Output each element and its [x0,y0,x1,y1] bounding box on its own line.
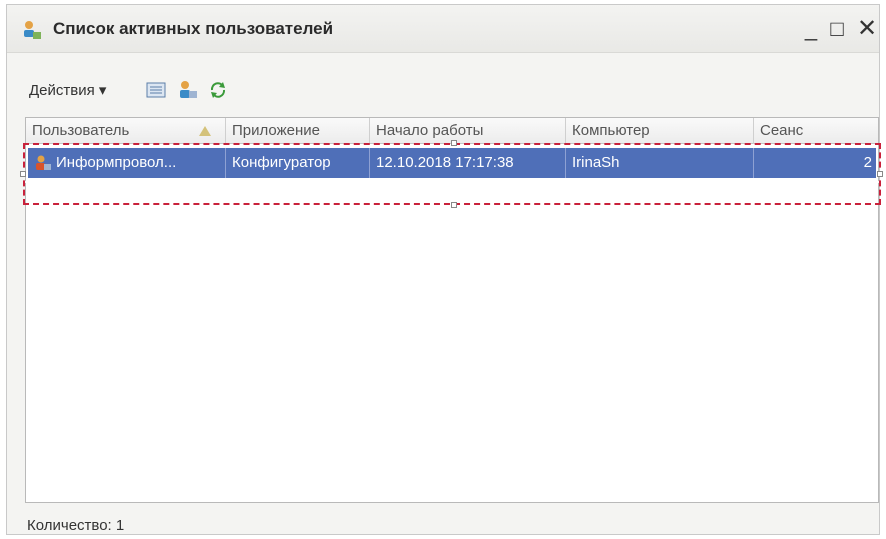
cell-start: 12.10.2018 17:17:38 [370,148,566,178]
cell-user: Информпровол... [28,148,226,178]
list-icon[interactable] [145,79,167,101]
title-bar: Список активных пользователей _ □ ✕ [7,5,879,53]
table-row[interactable]: Информпровол... Конфигуратор 12.10.2018 … [28,148,876,178]
column-header-session[interactable]: Сеанс [754,118,880,144]
minimize-button[interactable]: _ [797,15,825,43]
count-label: Количество: 1 [27,517,125,534]
active-users-window: Список активных пользователей _ □ ✕ Дейс… [6,4,883,535]
column-header-computer[interactable]: Компьютер [566,118,754,144]
cell-session: 2 [863,154,872,171]
refresh-icon[interactable] [207,79,229,101]
user-icon[interactable] [177,79,199,101]
maximize-button[interactable]: □ [823,15,851,43]
column-header-start[interactable]: Начало работы [370,118,566,144]
toolbar: Действия ▾ [7,53,879,99]
sort-icon [199,126,211,136]
user-row-icon [36,155,51,170]
column-header-app[interactable]: Приложение [226,118,370,144]
window-title: Список активных пользователей [53,19,334,38]
resize-handle [451,140,457,146]
actions-menu-button[interactable]: Действия ▾ [29,81,106,99]
highlight-divider [25,181,879,183]
users-icon [24,21,41,39]
cell-computer: IrinaSh [566,148,754,178]
users-table: Пользователь Приложение Начало работы Ко… [25,117,879,503]
resize-handle [20,171,26,177]
resize-handle [877,171,883,177]
resize-handle [451,202,457,208]
column-header-user[interactable]: Пользователь [26,118,226,144]
close-button[interactable]: ✕ [853,15,881,43]
cell-app: Конфигуратор [226,148,370,178]
